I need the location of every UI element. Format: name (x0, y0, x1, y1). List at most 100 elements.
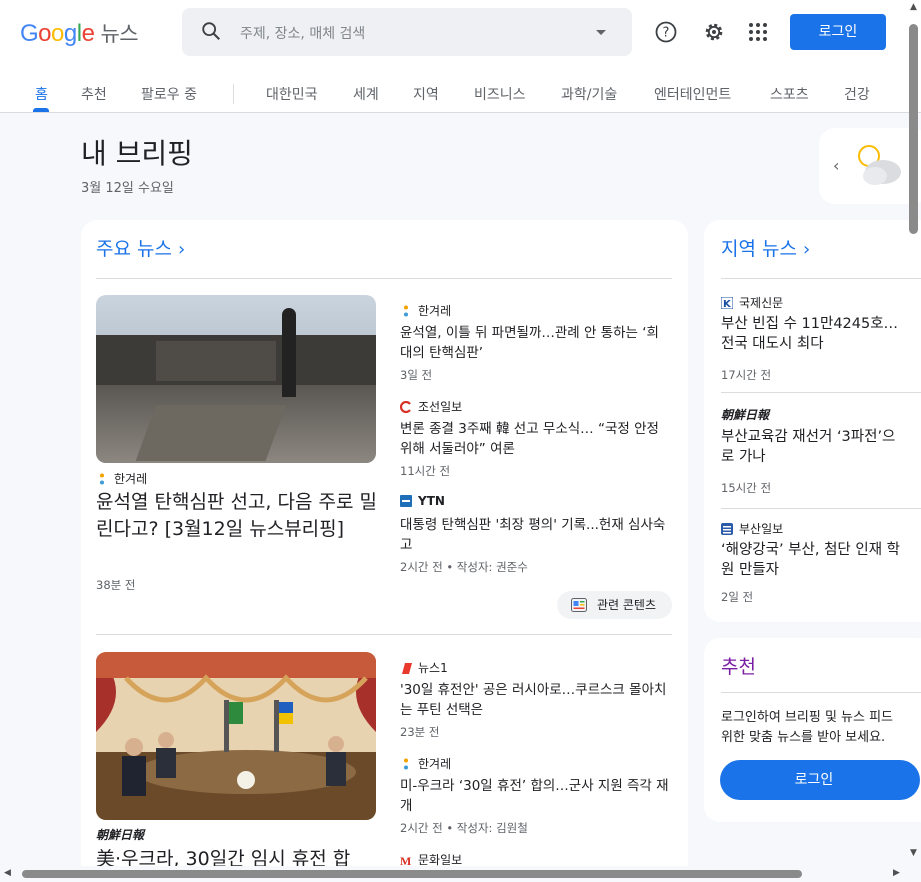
hankyoreh-logo-icon (400, 305, 412, 317)
related-content-label: 관련 콘텐츠 (597, 598, 657, 612)
vertical-scroll-thumb[interactable] (909, 24, 918, 234)
local-news-card: 지역 뉴스 › K 국제신문 부산 빈집 수 11만4245호… 전국 대도시 최다… (704, 220, 921, 622)
page-date: 3월 12일 수요일 (81, 181, 174, 196)
source-label[interactable]: 朝鮮日報 (721, 406, 769, 423)
article-time: 11시간 전 (400, 464, 451, 478)
article-time: 17시간 전 (721, 368, 772, 382)
article-time: 15시간 전 (721, 481, 772, 495)
source-label[interactable]: 한겨레 (400, 755, 451, 772)
source-name: 한겨레 (418, 304, 452, 318)
help-icon[interactable]: ? (654, 20, 678, 44)
tab-for-you[interactable]: 추천 (81, 84, 107, 104)
scroll-down-icon[interactable]: ▼ (910, 848, 917, 858)
local-news-heading[interactable]: 지역 뉴스 › (721, 234, 810, 261)
story-headline[interactable]: 윤석열 탄핵심판 선고, 다음 주로 밀린다고? [3월12일 뉴스뷰리핑] (96, 489, 381, 543)
munhwa-logo-icon: M (400, 854, 412, 868)
tab-korea[interactable]: 대한민국 (266, 84, 318, 104)
section-divider (96, 278, 672, 279)
search-dropdown-icon[interactable] (596, 30, 606, 35)
news-collection-icon (571, 598, 587, 612)
article-headline[interactable]: 부산 빈집 수 11만4245호… 전국 대도시 최다 (721, 314, 911, 354)
tab-sports[interactable]: 스포츠 (770, 84, 809, 104)
scroll-up-icon[interactable]: ▲ (910, 2, 917, 12)
active-tab-indicator (33, 108, 49, 112)
recommended-description: 로그인하여 브리핑 및 뉴스 피드 위한 맞춤 뉴스를 받아 보세요. (721, 708, 921, 748)
scroll-left-icon[interactable]: ◀ (4, 868, 11, 878)
recommended-text-line: 로그인하여 브리핑 및 뉴스 피드 (721, 710, 894, 725)
search-input[interactable]: 주제, 장소, 매체 검색 (240, 23, 365, 43)
recommended-login-button[interactable]: 로그인 (720, 760, 920, 800)
article-headline[interactable]: 미-우크라 ‘30일 휴전’ 합의…군사 지원 즉각 재개 (400, 776, 670, 816)
tab-home[interactable]: 홈 (35, 84, 48, 104)
source-label[interactable]: K 국제신문 (720, 294, 783, 311)
svg-text:M: M (400, 854, 411, 866)
busan-ilbo-logo-icon (721, 523, 733, 535)
source-label[interactable]: YTN (400, 494, 445, 508)
tab-science-tech[interactable]: 과학/기술 (561, 84, 617, 104)
logo-product-label: 뉴스 (100, 22, 139, 46)
source-label[interactable]: 조선일보 (399, 398, 463, 415)
search-icon[interactable] (200, 20, 222, 42)
vertical-scrollbar[interactable]: ▲ ▼ (907, 2, 921, 866)
source-name: 문화일보 (418, 853, 463, 867)
section-divider (721, 692, 921, 693)
source-label[interactable]: 뉴스1 (400, 659, 448, 676)
article-headline[interactable]: 부산교육감 재선거 ‘3파전’으로 가나 (721, 427, 906, 467)
source-name: 뉴스1 (418, 661, 448, 675)
tab-health[interactable]: 건강 (844, 84, 870, 104)
source-label[interactable]: 한겨레 (96, 470, 147, 487)
source-name: YTN (418, 494, 445, 508)
recommended-card: 추천 로그인하여 브리핑 및 뉴스 피드 위한 맞춤 뉴스를 받아 보세요. 로… (704, 638, 921, 822)
recommended-heading: 추천 (721, 656, 756, 678)
tab-local[interactable]: 지역 (413, 84, 439, 104)
chevron-left-icon[interactable]: ‹ (833, 156, 839, 175)
article-headline[interactable]: '30일 휴전안' 공은 러시아로…쿠르스크 몰아치는 푸틴 선택은 (400, 680, 670, 720)
weather-widget[interactable]: ‹ (819, 128, 921, 204)
kookje-logo-icon: K (720, 296, 734, 310)
source-name: 조선일보 (418, 400, 463, 414)
chevron-right-icon: › (802, 239, 811, 260)
story-image-court[interactable] (96, 295, 376, 463)
story-image-meeting[interactable] (96, 652, 376, 820)
apps-grid-icon[interactable] (746, 20, 770, 44)
article-time: 2일 전 (721, 590, 754, 604)
article-time: 2시간 전 • 작성자: 권준수 (400, 560, 528, 574)
hankyoreh-logo-icon (400, 758, 412, 770)
page-title: 내 브리핑 (81, 137, 193, 170)
svg-text:?: ? (663, 26, 670, 41)
story-time: 38분 전 (96, 578, 136, 592)
top-news-heading-label: 주요 뉴스 (96, 238, 172, 260)
google-news-logo[interactable]: Google 뉴스 (20, 18, 139, 48)
search-bar[interactable]: 주제, 장소, 매체 검색 (182, 8, 632, 56)
source-label[interactable]: 朝鮮日報 (96, 826, 144, 843)
tab-following[interactable]: 팔로우 중 (141, 84, 197, 104)
chosun-logo-icon (399, 400, 412, 414)
tab-entertainment[interactable]: 엔터테인먼트 (654, 84, 731, 104)
article-time: 3일 전 (400, 368, 433, 382)
tab-world[interactable]: 세계 (353, 84, 379, 104)
hankyoreh-logo-icon (96, 473, 108, 485)
section-divider (721, 278, 921, 279)
settings-gear-icon[interactable] (702, 20, 726, 44)
related-content-button[interactable]: 관련 콘텐츠 (557, 591, 672, 619)
login-button[interactable]: 로그인 (790, 14, 886, 50)
svg-text:K: K (723, 299, 732, 309)
top-bar: Google 뉴스 주제, 장소, 매체 검색 ? 로그인 홈 추천 팔로우 중 … (0, 0, 921, 113)
source-label[interactable]: 한겨레 (400, 302, 451, 319)
scroll-right-icon[interactable]: ▶ (893, 868, 900, 878)
article-headline[interactable]: ‘해양강국’ 부산, 첨단 인재 학원 만들자 (721, 540, 911, 580)
story-divider (96, 634, 672, 635)
article-headline[interactable]: 변론 종결 3주째 韓 선고 무소식… “국정 안정 위해 서둘러야” 여론 (400, 419, 670, 459)
article-headline[interactable]: 윤석열, 이틀 뒤 파면될까…관례 안 통하는 ‘희대의 탄핵심판’ (400, 323, 670, 363)
ytn-logo-icon (400, 495, 412, 507)
source-name: 한겨레 (418, 757, 452, 771)
top-news-card: 주요 뉴스 › 한겨레 윤석열 탄핵심판 선고, 다음 주로 밀린다고? [3월1… (81, 220, 688, 882)
horizontal-scroll-thumb[interactable] (22, 870, 802, 878)
source-label[interactable]: 부산일보 (721, 520, 783, 537)
top-news-heading[interactable]: 주요 뉴스 › (96, 234, 185, 261)
tab-business[interactable]: 비즈니스 (474, 84, 526, 104)
source-name: 한겨레 (114, 472, 148, 486)
item-divider (721, 508, 921, 509)
horizontal-scrollbar[interactable]: ◀ ▶ (0, 866, 921, 882)
article-headline[interactable]: 대통령 탄핵심판 '최장 평의' 기록...헌재 심사숙고 (400, 515, 670, 555)
